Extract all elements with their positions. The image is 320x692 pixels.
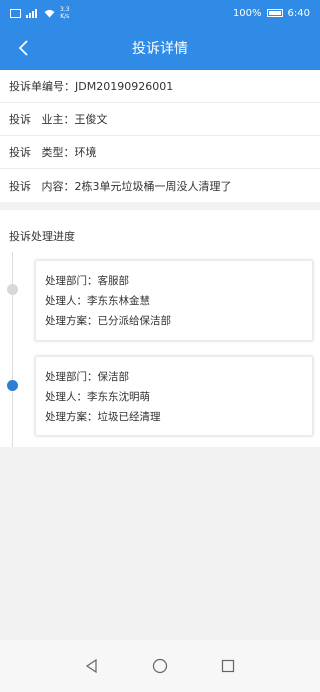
card-handler-value: 李东东沈明萌 xyxy=(87,391,150,403)
card-dept-label: 处理部门： xyxy=(45,371,98,383)
card-dept-label: 处理部门： xyxy=(45,275,98,287)
card-dept-value: 保洁部 xyxy=(97,371,130,383)
network-speed-value: 3.3 xyxy=(60,6,70,13)
network-speed-unit: K/s xyxy=(60,13,70,20)
complaint-type-value: 环境 xyxy=(74,146,97,159)
sim-icon xyxy=(10,8,21,18)
complaint-type-label: 投诉 类型： xyxy=(9,146,75,159)
status-bar: 3.3 K/s 100% 6:40 xyxy=(0,0,320,26)
complaint-type-row: 投诉 类型： 环境 xyxy=(0,136,320,169)
complaint-number-row: 投诉单编号： JDM20190926001 xyxy=(0,70,320,103)
card-handler-line: 处理人：李东东林金慧 xyxy=(45,291,312,311)
timeline-line xyxy=(12,252,13,447)
complaint-content-value: 2栋3单元垃圾桶一周没人清理了 xyxy=(74,179,232,193)
system-nav-bar xyxy=(0,640,320,692)
signal-icon xyxy=(26,8,39,18)
progress-card: 处理部门：客服部 处理人：李东东林金慧 处理方案：已分派给保洁部 xyxy=(35,260,313,341)
progress-card: 处理部门：保洁部 处理人：李东东沈明萌 处理方案：垃圾已经清理 xyxy=(35,356,313,436)
nav-home-button[interactable] xyxy=(126,640,194,692)
complaint-owner-row: 投诉 业主： 王俊文 xyxy=(0,103,320,136)
card-plan-line: 处理方案：垃圾已经清理 xyxy=(45,407,312,427)
status-bar-left: 3.3 K/s xyxy=(10,6,70,20)
clock: 6:40 xyxy=(287,7,310,19)
card-dept-line: 处理部门：客服部 xyxy=(45,271,312,291)
timeline-dot-inactive xyxy=(7,284,18,295)
card-dept-value: 客服部 xyxy=(97,275,130,287)
wifi-icon xyxy=(44,9,55,18)
nav-back-button[interactable] xyxy=(58,640,126,692)
complaint-owner-label: 投诉 业主： xyxy=(9,113,75,126)
nav-recent-button[interactable] xyxy=(194,640,262,692)
card-handler-value: 李东东林金慧 xyxy=(87,295,150,307)
progress-title: 投诉处理进度 xyxy=(9,230,75,243)
header-bar: 投诉详情 xyxy=(0,26,320,70)
circle-home-icon xyxy=(152,658,168,674)
progress-section: 投诉处理进度 处理部门：客服部 处理人：李东东林金慧 处理方案：已分派给保洁部 … xyxy=(0,210,320,447)
complaint-number-value: JDM20190926001 xyxy=(75,79,174,93)
complaint-content-label: 投诉 内容： xyxy=(9,179,75,193)
card-dept-line: 处理部门：保洁部 xyxy=(45,367,312,387)
triangle-back-icon xyxy=(85,658,97,674)
status-bar-right: 100% 6:40 xyxy=(233,8,310,19)
card-handler-line: 处理人：李东东沈明萌 xyxy=(45,387,312,407)
card-plan-line: 处理方案：已分派给保洁部 xyxy=(45,311,312,331)
timeline-dot-active xyxy=(7,380,18,391)
battery-icon xyxy=(266,9,283,17)
page-title: 投诉详情 xyxy=(132,41,188,57)
complaint-info: 投诉单编号： JDM20190926001 投诉 业主： 王俊文 投诉 类型： … xyxy=(0,70,320,202)
complaint-content-row: 投诉 内容： 2栋3单元垃圾桶一周没人清理了 xyxy=(0,169,320,202)
battery-percent: 100% xyxy=(232,7,262,19)
complaint-number-label: 投诉单编号： xyxy=(9,80,75,93)
complaint-owner-value: 王俊文 xyxy=(74,113,108,126)
card-handler-label: 处理人： xyxy=(45,295,87,307)
card-plan-label: 处理方案： xyxy=(45,411,98,423)
card-plan-value: 已分派给保洁部 xyxy=(97,315,172,327)
network-speed: 3.3 K/s xyxy=(60,6,70,20)
card-plan-label: 处理方案： xyxy=(45,315,98,327)
card-handler-label: 处理人： xyxy=(45,391,87,403)
chevron-left-icon[interactable] xyxy=(14,36,34,60)
square-recent-icon xyxy=(221,659,235,673)
card-plan-value: 垃圾已经清理 xyxy=(97,411,161,423)
